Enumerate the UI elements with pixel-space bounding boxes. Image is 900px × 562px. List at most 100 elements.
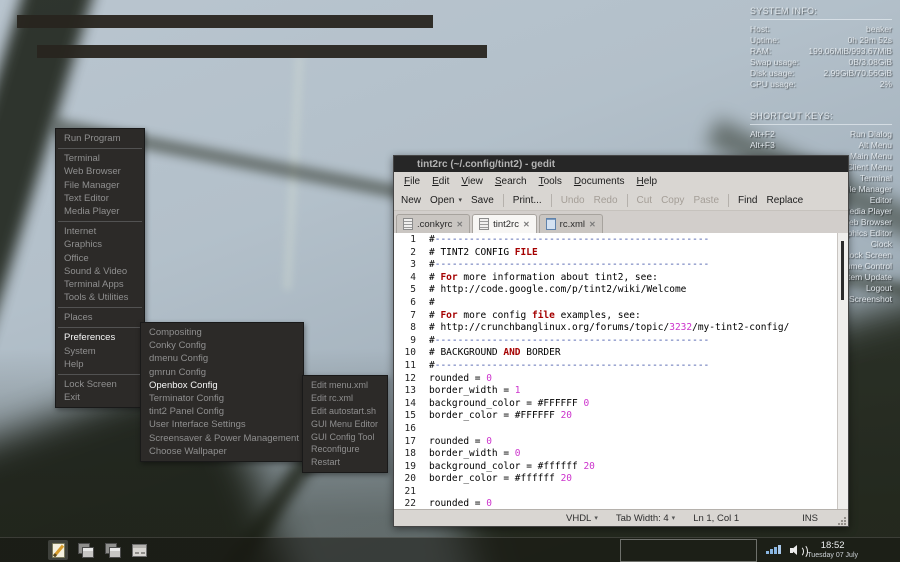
submenu-item-gmrun-config[interactable]: gmrun Config (141, 366, 303, 379)
dialog-icon (132, 544, 147, 557)
resize-grip[interactable] (838, 516, 847, 525)
menu-item-internet[interactable]: Internet (56, 225, 144, 238)
network-signal-icon[interactable] (766, 545, 781, 554)
code-token: rounded = (429, 373, 486, 384)
menu-view[interactable]: View (455, 174, 489, 189)
conky-stat-label: Swap usage: (750, 57, 799, 68)
tab-conkyrc[interactable]: .conkyrc ✕ (396, 214, 470, 233)
submenu-item-compositing[interactable]: Compositing (141, 326, 303, 339)
text-editor-area[interactable]: 12345678910111213141516171819202122 #---… (394, 233, 848, 509)
code-token: # (429, 297, 435, 308)
openbox-config-item-edit-rc-xml[interactable]: Edit rc.xml (303, 392, 387, 405)
code-line: border_color = #ffffff 20 (429, 473, 848, 486)
new-button[interactable]: New (401, 195, 421, 206)
line-number: 12 (394, 373, 416, 386)
submenu-item-user-interface-settings[interactable]: User Interface Settings (141, 418, 303, 431)
tint2-demo-panel-top (17, 15, 433, 28)
volume-icon[interactable] (790, 543, 806, 557)
submenu-item-conky-config[interactable]: Conky Config (141, 339, 303, 352)
submenu-item-openbox-config[interactable]: Openbox Config (141, 379, 303, 392)
openbox-config-item-gui-config-tool[interactable]: GUI Config Tool (303, 431, 387, 444)
file-icon (479, 218, 489, 230)
close-icon[interactable]: ✕ (589, 220, 596, 229)
menu-item-places[interactable]: Places (56, 311, 144, 324)
desktop: SYSTEM INFO: Host:beakerUptime:0h 29m 52… (0, 0, 900, 562)
openbox-config-item-restart[interactable]: Restart (303, 456, 387, 469)
window-titlebar[interactable]: tint2rc (~/.config/tint2) - gedit (394, 156, 848, 172)
close-icon[interactable]: ✕ (456, 220, 463, 229)
code-token: 0 (486, 498, 492, 509)
menu-item-graphics[interactable]: Graphics (56, 238, 144, 251)
menu-item-exit[interactable]: Exit (56, 391, 144, 404)
submenu-item-dmenu-config[interactable]: dmenu Config (141, 352, 303, 365)
print-button[interactable]: Print... (513, 195, 542, 206)
submenu-item-terminator-config[interactable]: Terminator Config (141, 392, 303, 405)
openbox-config-item-edit-menu-xml[interactable]: Edit menu.xml (303, 379, 387, 392)
save-button[interactable]: Save (471, 195, 494, 206)
replace-button[interactable]: Replace (766, 195, 803, 206)
chevron-down-icon: ▾ (594, 514, 598, 522)
submenu-item-choose-wallpaper[interactable]: Choose Wallpaper (141, 445, 303, 458)
close-icon[interactable]: ✕ (523, 220, 530, 229)
shortcut-action: Client Menu (847, 162, 892, 173)
menu-documents[interactable]: Documents (568, 174, 631, 189)
taskbar-item-window[interactable] (75, 540, 95, 560)
menu-item-run-program[interactable]: Run Program (56, 132, 144, 145)
line-number: 3 (394, 259, 416, 272)
openbox-config-item-edit-autostart-sh[interactable]: Edit autostart.sh (303, 405, 387, 418)
language-selector[interactable]: VHDL ▾ (566, 513, 598, 524)
menu-help[interactable]: Help (631, 174, 664, 189)
tint2-demo-panel-bottom (620, 539, 757, 562)
menu-item-system[interactable]: System (56, 345, 144, 358)
menu-item-file-manager[interactable]: File Manager (56, 179, 144, 192)
openbox-config-item-gui-menu-editor[interactable]: GUI Menu Editor (303, 418, 387, 431)
openbox-config-submenu: Edit menu.xmlEdit rc.xmlEdit autostart.s… (302, 375, 388, 473)
code-token: rounded = (429, 498, 486, 509)
scrollbar-thumb[interactable] (841, 241, 844, 300)
menu-tools[interactable]: Tools (533, 174, 568, 189)
chevron-down-icon[interactable]: ▾ (458, 196, 462, 204)
menu-item-office[interactable]: Office (56, 252, 144, 265)
code-line: #---------------------------------------… (429, 234, 848, 247)
taskbar-item-window[interactable] (102, 540, 122, 560)
tab-width-selector[interactable]: Tab Width: 4 ▾ (616, 513, 675, 524)
code-token: /my-tint2-config/ (692, 322, 789, 333)
tab-rc-xml[interactable]: rc.xml✕ (539, 214, 603, 233)
tab-tint2rc[interactable]: tint2rc✕ (472, 214, 537, 233)
submenu-item-screensaver-power-management[interactable]: Screensaver & Power Management (141, 432, 303, 445)
line-number: 19 (394, 461, 416, 474)
tab-label: .conkyrc (417, 219, 452, 230)
open-button[interactable]: Open (430, 195, 454, 206)
code-token: # BACKGROUND (429, 347, 503, 358)
line-number: 14 (394, 398, 416, 411)
taskbar-item-gedit[interactable] (48, 540, 68, 560)
taskbar-item-dialog[interactable] (129, 540, 149, 560)
menu-item-preferences[interactable]: Preferences (56, 331, 144, 344)
code-token: 20 (561, 410, 572, 421)
code-token: 3232 (669, 322, 692, 333)
menu-item-terminal-apps[interactable]: Terminal Apps (56, 278, 144, 291)
editor-scrollbar[interactable] (837, 233, 848, 509)
code-line: #---------------------------------------… (429, 335, 848, 348)
submenu-item-tint2-panel-config[interactable]: tint2 Panel Config (141, 405, 303, 418)
menu-file[interactable]: File (398, 174, 426, 189)
menu-item-text-editor[interactable]: Text Editor (56, 192, 144, 205)
openbox-config-item-reconfigure[interactable]: Reconfigure (303, 443, 387, 456)
menu-item-tools-utilities[interactable]: Tools & Utilities (56, 291, 144, 304)
menu-edit[interactable]: Edit (426, 174, 455, 189)
conky-system-info-rows: Host:beakerUptime:0h 29m 52sRAM:199.06Mi… (750, 24, 892, 90)
code-token: 0 (486, 373, 492, 384)
gedit-tabbar: .conkyrc✕tint2rc✕rc.xml✕ (394, 211, 848, 233)
menu-item-lock-screen[interactable]: Lock Screen (56, 378, 144, 391)
code-token: AND (503, 347, 520, 358)
menu-search[interactable]: Search (489, 174, 533, 189)
code-line: background_color = #ffffff 20 (429, 461, 848, 474)
line-number: 20 (394, 473, 416, 486)
menu-item-terminal[interactable]: Terminal (56, 152, 144, 165)
shortcut-action: Run Dialog (850, 129, 892, 140)
find-button[interactable]: Find (738, 195, 757, 206)
menu-item-media-player[interactable]: Media Player (56, 205, 144, 218)
menu-item-help[interactable]: Help (56, 358, 144, 371)
menu-item-web-browser[interactable]: Web Browser (56, 165, 144, 178)
menu-item-sound-video[interactable]: Sound & Video (56, 265, 144, 278)
